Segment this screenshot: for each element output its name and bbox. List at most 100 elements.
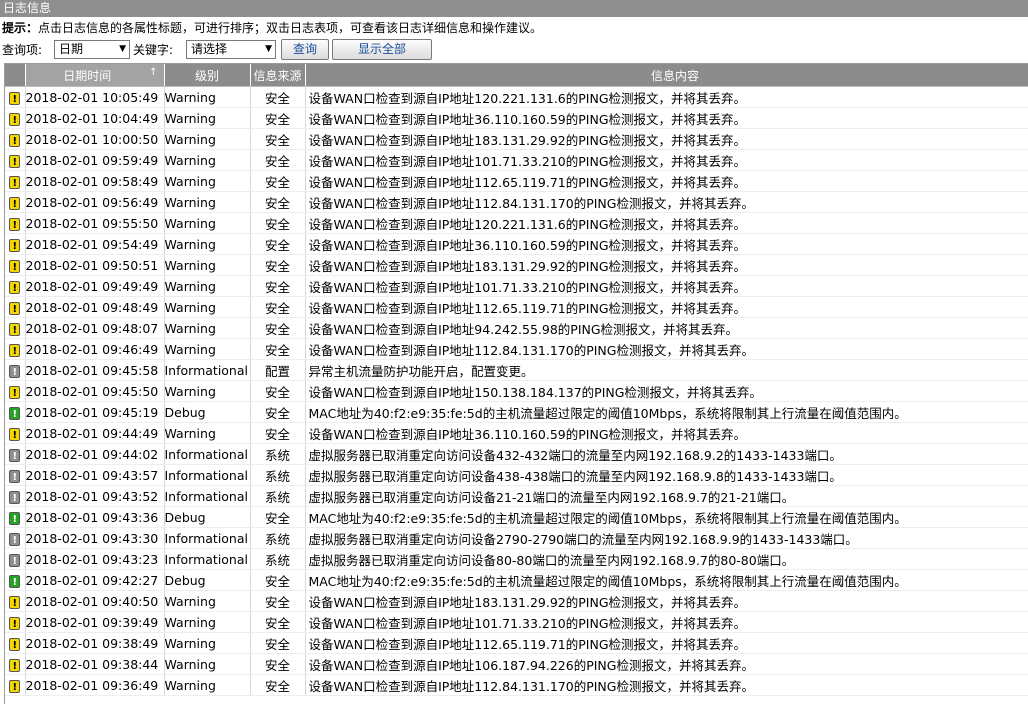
table-row[interactable]: ! 2018-02-01 09:59:49 Warning 安全 设备WAN口检查到源自… <box>5 149 1028 171</box>
table-row[interactable]: ! 2018-02-01 09:43:52 Informational 系统 虚拟服务器… <box>5 485 1028 507</box>
level-cell: Warning <box>164 128 251 150</box>
source-cell: 安全 <box>250 233 306 255</box>
level-icon-cell: ! <box>5 338 26 360</box>
keyword-select[interactable]: 请选择 ▼ <box>186 40 276 59</box>
datetime-cell: 2018-02-01 09:43:57 <box>25 464 165 486</box>
datetime-cell: 2018-02-01 09:43:23 <box>25 548 165 570</box>
debug-icon: ! <box>9 511 21 525</box>
table-row[interactable]: ! 2018-02-01 09:48:07 Warning 安全 设备WAN口检查到源自… <box>5 317 1028 339</box>
warning-icon: ! <box>9 679 21 693</box>
level-icon-cell: ! <box>5 296 26 318</box>
datetime-cell: 2018-02-01 09:44:49 <box>25 422 165 444</box>
source-cell: 安全 <box>250 338 306 360</box>
table-row[interactable]: ! 2018-02-01 09:45:58 Informational 配置 异常主机流… <box>5 359 1028 381</box>
table-row[interactable]: ! 2018-02-01 09:45:50 Warning 安全 设备WAN口检查到源自… <box>5 380 1028 402</box>
chevron-down-icon: ▼ <box>119 44 126 54</box>
table-row[interactable]: ! 2018-02-01 09:46:49 Warning 安全 设备WAN口检查到源自… <box>5 338 1028 360</box>
table-row[interactable]: ! 2018-02-01 09:55:50 Warning 安全 设备WAN口检查到源自… <box>5 212 1028 234</box>
warning-icon: ! <box>9 637 21 651</box>
message-cell: 设备WAN口检查到源自IP地址36.110.160.59的PING检测报文，并将… <box>305 233 1028 255</box>
datetime-cell: 2018-02-01 09:38:44 <box>25 653 165 675</box>
datetime-cell: 2018-02-01 09:49:49 <box>25 275 165 297</box>
message-cell: 设备WAN口检查到源自IP地址112.84.131.170的PING检测报文，并… <box>305 674 1028 696</box>
table-row[interactable]: ! 2018-02-01 09:56:49 Warning 安全 设备WAN口检查到源自… <box>5 191 1028 213</box>
table-row[interactable]: ! 2018-02-01 10:00:50 Warning 安全 设备WAN口检查到源自… <box>5 128 1028 150</box>
query-field-select[interactable]: 日期 ▼ <box>54 40 130 59</box>
warning-icon: ! <box>9 658 21 672</box>
search-button[interactable]: 查询 <box>281 39 329 60</box>
level-icon-cell: ! <box>5 275 26 297</box>
table-row[interactable]: ! 2018-02-01 10:05:49 Warning 安全 设备WAN口检查到源自… <box>5 86 1028 108</box>
table-row[interactable]: ! 2018-02-01 09:45:19 Debug 安全 MAC地址为40:f2:e… <box>5 401 1028 423</box>
column-header-level[interactable]: 级别 <box>164 64 251 87</box>
table-row[interactable]: ! 2018-02-01 09:44:49 Warning 安全 设备WAN口检查到源自… <box>5 422 1028 444</box>
level-icon-cell: ! <box>5 569 26 591</box>
column-header-message[interactable]: 信息内容 <box>305 64 1028 87</box>
datetime-cell: 2018-02-01 10:05:49 <box>25 86 165 108</box>
warning-icon: ! <box>9 91 21 105</box>
source-cell: 安全 <box>250 422 306 444</box>
message-cell: 设备WAN口检查到源自IP地址101.71.33.210的PING检测报文，并将… <box>305 611 1028 633</box>
source-cell: 安全 <box>250 191 306 213</box>
message-cell: 设备WAN口检查到源自IP地址120.221.131.6的PING检测报文，并将… <box>305 86 1028 108</box>
message-cell: 设备WAN口检查到源自IP地址94.242.55.98的PING检测报文，并将其… <box>305 317 1028 339</box>
info-icon: ! <box>9 469 21 483</box>
window-title: 日志信息 <box>0 0 1028 17</box>
table-row[interactable]: ! 2018-02-01 09:38:44 Warning 安全 设备WAN口检查到源自… <box>5 653 1028 675</box>
level-cell: Warning <box>164 212 251 234</box>
hint-text: 提示：点击日志信息的各属性标题，可进行排序；双击日志表项，可查看该日志详细信息和… <box>2 19 542 37</box>
level-icon-cell: ! <box>5 443 26 465</box>
message-cell: 设备WAN口检查到源自IP地址101.71.33.210的PING检测报文，并将… <box>305 149 1028 171</box>
message-cell: 设备WAN口检查到源自IP地址183.131.29.92的PING检测报文，并将… <box>305 128 1028 150</box>
level-cell: Informational <box>164 548 251 570</box>
table-row[interactable]: ! 2018-02-01 09:43:30 Informational 系统 虚拟服务器… <box>5 527 1028 549</box>
level-icon-cell: ! <box>5 506 26 528</box>
message-cell: 设备WAN口检查到源自IP地址150.138.184.137的PING检测报文，… <box>305 380 1028 402</box>
message-cell: 设备WAN口检查到源自IP地址112.65.119.71的PING检测报文，并将… <box>305 296 1028 318</box>
column-header-datetime[interactable]: 日期时间 ↑ <box>25 64 165 87</box>
table-row[interactable]: ! 2018-02-01 09:40:50 Warning 安全 设备WAN口检查到源自… <box>5 590 1028 612</box>
table-row[interactable]: ! 2018-02-01 09:58:49 Warning 安全 设备WAN口检查到源自… <box>5 170 1028 192</box>
warning-icon: ! <box>9 427 21 441</box>
datetime-cell: 2018-02-01 09:39:49 <box>25 611 165 633</box>
level-cell: Warning <box>164 632 251 654</box>
table-row[interactable]: ! 2018-02-01 09:43:57 Informational 系统 虚拟服务器… <box>5 464 1028 486</box>
table-row[interactable]: ! 2018-02-01 09:38:49 Warning 安全 设备WAN口检查到源自… <box>5 632 1028 654</box>
datetime-cell: 2018-02-01 10:00:50 <box>25 128 165 150</box>
table-row[interactable]: ! 2018-02-01 09:36:49 Warning 安全 设备WAN口检查到源自… <box>5 674 1028 696</box>
table-row[interactable]: ! 2018-02-01 09:44:02 Informational 系统 虚拟服务器… <box>5 443 1028 465</box>
level-cell: Debug <box>164 569 251 591</box>
level-icon-cell: ! <box>5 191 26 213</box>
level-icon-cell: ! <box>5 674 26 696</box>
query-bar: 查询项: 日期 ▼ 关键字: 请选择 ▼ 查询 显示全部 <box>2 39 1022 61</box>
log-table-container[interactable]: 日期时间 ↑ 级别 信息来源 信息内容 ! 2018-02-01 10:05:49 W… <box>4 63 1028 704</box>
source-cell: 安全 <box>250 170 306 192</box>
table-row[interactable]: ! 2018-02-01 09:48:49 Warning 安全 设备WAN口检查到源自… <box>5 296 1028 318</box>
debug-icon: ! <box>9 574 21 588</box>
level-cell: Warning <box>164 338 251 360</box>
warning-icon: ! <box>9 301 21 315</box>
warning-icon: ! <box>9 196 21 210</box>
table-row[interactable]: ! 2018-02-01 09:50:51 Warning 安全 设备WAN口检查到源自… <box>5 254 1028 276</box>
table-row[interactable]: ! 2018-02-01 10:04:49 Warning 安全 设备WAN口检查到源自… <box>5 107 1028 129</box>
datetime-cell: 2018-02-01 09:42:27 <box>25 569 165 591</box>
table-row[interactable]: ! 2018-02-01 09:43:23 Informational 系统 虚拟服务器… <box>5 548 1028 570</box>
table-row[interactable]: ! 2018-02-01 09:39:49 Warning 安全 设备WAN口检查到源自… <box>5 611 1028 633</box>
level-cell: Warning <box>164 611 251 633</box>
source-cell: 安全 <box>250 569 306 591</box>
level-icon-cell: ! <box>5 590 26 612</box>
table-row[interactable]: ! 2018-02-01 09:54:49 Warning 安全 设备WAN口检查到源自… <box>5 233 1028 255</box>
message-cell: 设备WAN口检查到源自IP地址112.65.119.71的PING检测报文，并将… <box>305 170 1028 192</box>
source-cell: 安全 <box>250 401 306 423</box>
datetime-cell: 2018-02-01 09:36:49 <box>25 674 165 696</box>
level-icon-cell: ! <box>5 422 26 444</box>
source-cell: 系统 <box>250 548 306 570</box>
level-cell: Warning <box>164 674 251 696</box>
column-header-source[interactable]: 信息来源 <box>250 64 306 87</box>
table-row[interactable]: ! 2018-02-01 09:42:27 Debug 安全 MAC地址为40:f2:e… <box>5 569 1028 591</box>
table-row[interactable]: ! 2018-02-01 09:43:36 Debug 安全 MAC地址为40:f2:e… <box>5 506 1028 528</box>
table-row[interactable]: ! 2018-02-01 09:49:49 Warning 安全 设备WAN口检查到源自… <box>5 275 1028 297</box>
datetime-cell: 2018-02-01 09:58:49 <box>25 170 165 192</box>
info-icon: ! <box>9 448 21 462</box>
show-all-button[interactable]: 显示全部 <box>332 39 432 60</box>
